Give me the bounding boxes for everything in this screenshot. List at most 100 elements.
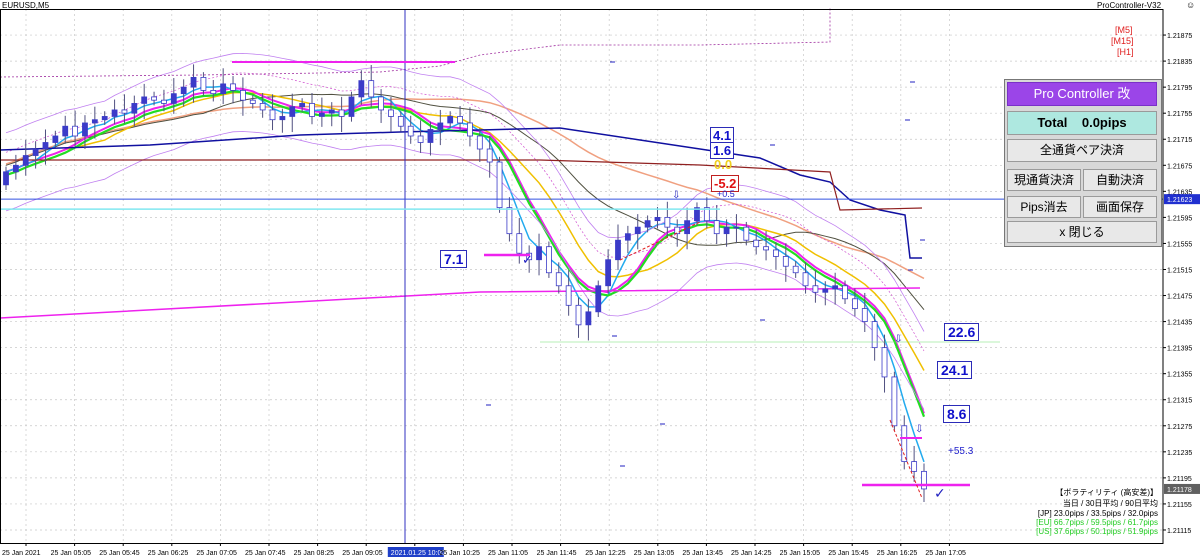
x-tick-label: 25 Jan 07:05 xyxy=(196,550,237,557)
candle-body xyxy=(328,109,335,114)
candle-body xyxy=(3,171,9,186)
candle-body xyxy=(723,226,730,235)
y-tick-label: 1.21275 xyxy=(1167,424,1192,431)
x-tick-label: 25 Jan 15:45 xyxy=(828,550,869,557)
arrow-down-icon: ⇩ xyxy=(894,334,902,345)
y-tick-label: 1.21755 xyxy=(1167,111,1192,118)
candle-body xyxy=(654,216,661,222)
candle-body xyxy=(62,125,69,137)
y-tick-label: 1.21515 xyxy=(1167,267,1192,274)
close-all-pairs-button[interactable]: 全通貨ペア決済 xyxy=(1007,139,1157,162)
tf-h1[interactable]: [H1] xyxy=(1117,47,1134,57)
candle-body xyxy=(763,246,769,251)
candle-body xyxy=(170,93,177,104)
candle-body xyxy=(249,99,256,104)
candle-body xyxy=(674,226,681,235)
y-tick-label: 1.21395 xyxy=(1167,346,1192,353)
volatility-us: [US] 37.6pips / 50.1pips / 51.9pips xyxy=(1036,527,1158,536)
candle-body xyxy=(536,246,542,261)
x-tick-label: 25 Jan 08:25 xyxy=(294,550,335,557)
candle-body xyxy=(378,96,384,111)
candle-body xyxy=(42,142,49,150)
candle-body xyxy=(72,125,78,137)
candle-body xyxy=(457,116,463,124)
candle-body xyxy=(615,239,621,261)
candle-body xyxy=(773,249,779,257)
x-tick-label: 25 Jan 13:45 xyxy=(682,550,723,557)
x-tick-label: 25 Jan 06:25 xyxy=(148,550,189,557)
candle-body xyxy=(131,103,138,114)
indicator-title: ProController-V32 xyxy=(1097,1,1162,10)
pips-label: 24.1 xyxy=(937,361,973,379)
x-tick-label: 25 Jan 11:45 xyxy=(537,550,577,557)
y-tick-label: 1.21675 xyxy=(1167,163,1192,170)
candle-body xyxy=(496,161,503,209)
pips-clear-button[interactable]: Pips消去 xyxy=(1007,196,1081,218)
y-tick-label: 1.21835 xyxy=(1167,59,1192,66)
candle-body xyxy=(743,226,750,241)
volatility-eu: [EU] 66.7pips / 59.5pips / 61.7pips xyxy=(1036,518,1158,527)
x-tick-label: 25 Jan 05:45 xyxy=(99,550,140,557)
candle-body xyxy=(634,226,641,235)
candle-body xyxy=(318,112,325,117)
price-tag-text: 1.21178 xyxy=(1167,487,1192,494)
candle-body xyxy=(585,311,592,326)
close-current-pair-button[interactable]: 現通貨決済 xyxy=(1007,169,1081,191)
y-tick-label: 1.21435 xyxy=(1167,320,1192,327)
candle-body xyxy=(338,109,345,117)
candle-body xyxy=(832,285,839,290)
candle-body xyxy=(595,285,602,313)
x-tick-label: 25 Jan 15:05 xyxy=(780,550,821,557)
y-tick-label: 1.21235 xyxy=(1167,450,1192,457)
arrow-down-icon: ⇩ xyxy=(672,190,680,201)
volatility-header: 当日 / 30日平均 / 90日平均 xyxy=(1062,499,1158,508)
candle-body xyxy=(575,304,582,326)
x-tick-label: 25 Jan 10:25 xyxy=(439,550,480,557)
arrow-down-icon: ⇩ xyxy=(915,424,923,435)
candle-body xyxy=(220,83,227,95)
candle-body xyxy=(52,135,59,143)
candle-body xyxy=(733,226,740,229)
candle-body xyxy=(624,233,631,241)
y-tick-label: 1.21715 xyxy=(1167,137,1192,144)
chart-window[interactable]: ✓ ✓ ⇩ ⇩ ⇩ 1.21875 1.21835 1.21795 1.21755 1.2171… xyxy=(0,0,1200,559)
x-tick-label: 25 Jan 09:05 xyxy=(342,550,383,557)
tf-m5[interactable]: [M5] xyxy=(1115,25,1133,35)
checkmark-icon: ✓ xyxy=(522,253,533,268)
candle-body xyxy=(664,216,671,228)
auto-close-button[interactable]: 自動決済 xyxy=(1083,169,1157,191)
candle-body xyxy=(180,86,187,95)
x-tick-label: 25 Jan 07:45 xyxy=(245,550,286,557)
candle-body xyxy=(141,96,148,104)
candle-body xyxy=(852,298,858,309)
candle-body xyxy=(12,164,19,173)
candle-body xyxy=(279,116,286,121)
y-tick-label: 1.21595 xyxy=(1167,215,1192,222)
symbol-title: EURUSD,M5 xyxy=(2,1,50,10)
pips-label: 7.1 xyxy=(440,250,468,268)
candle-body xyxy=(753,239,760,248)
candle-body xyxy=(151,96,157,101)
y-tick-label: 1.21555 xyxy=(1167,241,1192,248)
candle-body xyxy=(121,109,128,114)
candle-body xyxy=(644,220,651,228)
candle-body xyxy=(309,103,315,117)
tf-m15[interactable]: [M15] xyxy=(1111,36,1134,46)
candle-body xyxy=(555,272,562,287)
candle-body xyxy=(407,125,414,137)
y-tick-label: 1.21315 xyxy=(1167,398,1192,405)
close-panel-button[interactable]: x 閉じる xyxy=(1007,221,1157,243)
candle-body xyxy=(476,135,483,150)
indicator-settings-icon[interactable]: ☺ xyxy=(1186,0,1195,10)
save-screen-button[interactable]: 画面保存 xyxy=(1083,196,1157,218)
y-tick-label: 1.21355 xyxy=(1167,372,1192,379)
x-tick-label: 2021.01.25 10:00 xyxy=(391,550,446,557)
candle-body xyxy=(427,129,434,143)
candle-body xyxy=(782,256,789,267)
panel-title-button[interactable]: Pro Controller 改 xyxy=(1007,82,1157,106)
x-tick-label: 25 Jan 2021 xyxy=(2,550,41,557)
pips-label: 0.0 xyxy=(714,157,733,172)
candle-body xyxy=(22,155,29,166)
x-tick-label: 25 Jan 12:25 xyxy=(585,550,626,557)
x-tick-label: 25 Jan 13:05 xyxy=(634,550,675,557)
